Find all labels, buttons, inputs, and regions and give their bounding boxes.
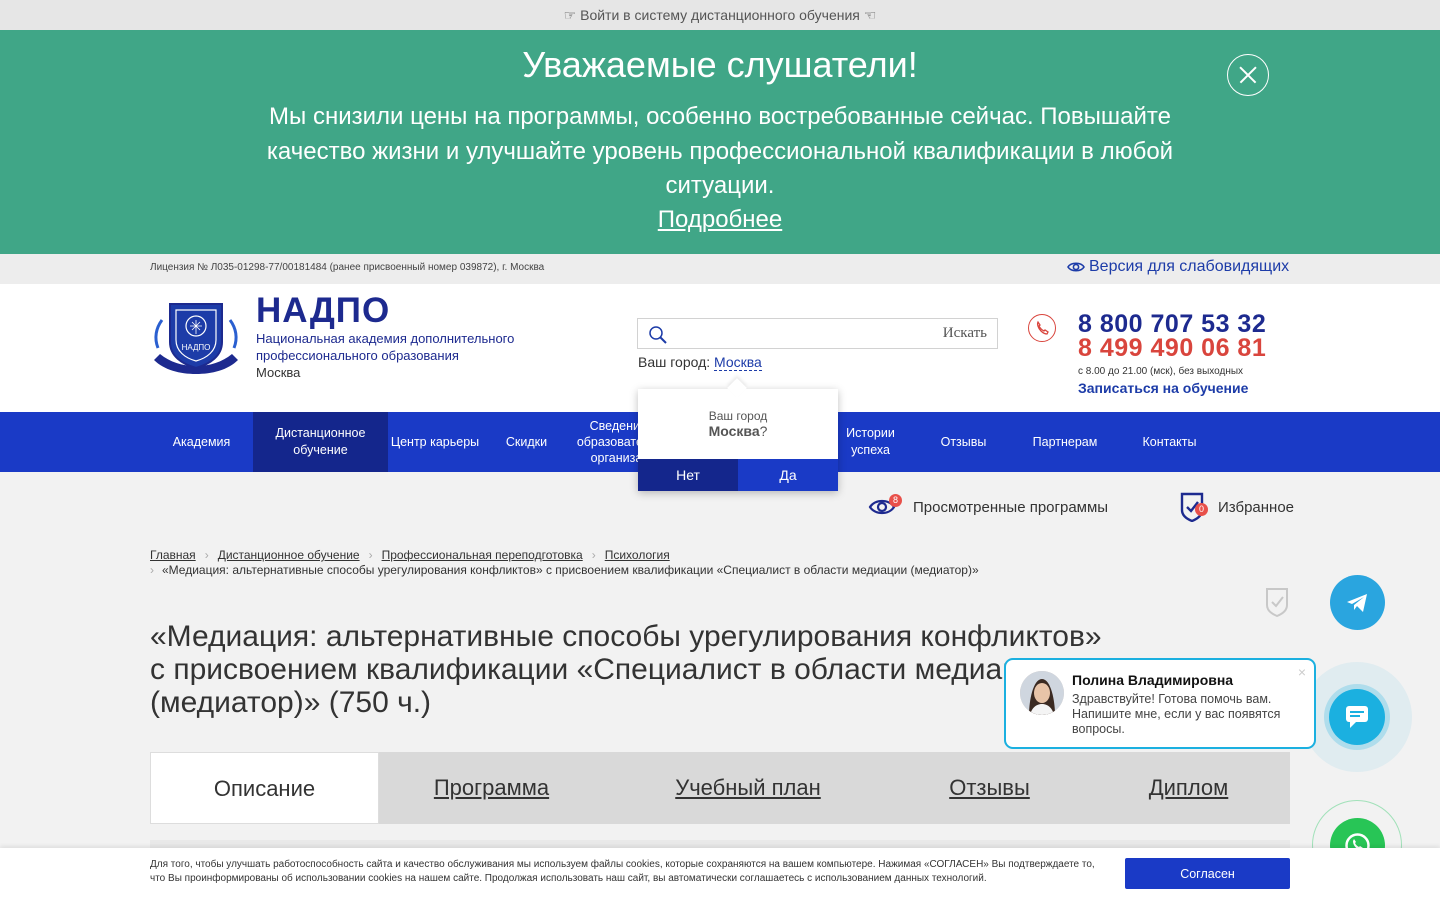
phone-number-1[interactable]: 8 800 707 53 32 bbox=[1078, 312, 1266, 337]
city-yes-button[interactable]: Да bbox=[738, 459, 838, 491]
nav-item-career-center[interactable]: Центр карьеры bbox=[388, 412, 482, 472]
tab-curriculum[interactable]: Учебный план bbox=[604, 752, 892, 824]
viewed-programs-link[interactable]: 8 Просмотренные программы bbox=[868, 494, 1108, 520]
tab-description[interactable]: Описание bbox=[150, 752, 379, 824]
phones-block: 8 800 707 53 32 8 499 490 06 81 с 8.00 д… bbox=[1078, 312, 1266, 397]
chat-button[interactable] bbox=[1329, 689, 1385, 745]
city-answer-name: Москва bbox=[708, 423, 760, 439]
brand-block[interactable]: НАДПО Национальная академия дополнительн… bbox=[256, 292, 514, 381]
nav-item-contacts[interactable]: Контакты bbox=[1118, 412, 1221, 472]
search-box[interactable]: Искать bbox=[637, 318, 998, 349]
breadcrumb: Главная › Дистанционное обучение › Профессио… bbox=[150, 548, 670, 562]
close-icon[interactable] bbox=[1227, 54, 1269, 96]
low-vision-label[interactable]: Версия для слабовидящих bbox=[1089, 258, 1289, 276]
working-hours: с 8.00 до 21.00 (мск), без выходных bbox=[1078, 366, 1244, 377]
emblem-text: НАДПО bbox=[182, 343, 211, 352]
phone-icon[interactable] bbox=[1028, 314, 1056, 342]
your-city: Ваш город: Москва bbox=[638, 354, 762, 371]
chat-operator-name: Полина Владимировна bbox=[1072, 672, 1234, 688]
add-to-favorites-icon[interactable] bbox=[1265, 587, 1289, 617]
distance-learning-login-label[interactable]: ☞ Войти в систему дистанционного обучени… bbox=[564, 7, 877, 23]
banner-title: Уважаемые слушатели! bbox=[522, 44, 918, 85]
favorites-count-badge: 0 bbox=[1195, 503, 1208, 516]
chevron-right-icon: › bbox=[150, 563, 154, 577]
program-tabs: Описание Программа Учебный план Отзывы Д… bbox=[150, 752, 1290, 824]
license-bar: Лицензия № Л035-01298-77/00181484 (ранее… bbox=[0, 254, 1440, 284]
chat-greeting-popup[interactable]: Полина Владимировна Здравствуйте! Готова… bbox=[1004, 658, 1316, 749]
cookie-text: Для того, чтобы улучшать работоспособнос… bbox=[150, 859, 1095, 884]
city-confirm-popup: Ваш город Москва? Нет Да bbox=[638, 389, 838, 491]
low-vision-version-link[interactable]: Версия для слабовидящих bbox=[1067, 258, 1289, 276]
telegram-icon bbox=[1347, 594, 1367, 612]
favorites-icon-wrap: 0 bbox=[1180, 492, 1208, 522]
city-answer-qmark: ? bbox=[759, 423, 768, 439]
breadcrumb-item[interactable]: Дистанционное обучение bbox=[218, 548, 360, 562]
brand-city: Москва bbox=[256, 365, 301, 380]
chevron-right-icon: › bbox=[591, 548, 596, 562]
nav-item-success-stories[interactable]: Истории успеха bbox=[826, 412, 915, 472]
banner-more-link[interactable]: Подробнее bbox=[0, 206, 1440, 234]
breadcrumb-item[interactable]: Психология bbox=[605, 548, 670, 562]
nav-item-reviews[interactable]: Отзывы bbox=[915, 412, 1012, 472]
nav-item-discounts[interactable]: Скидки bbox=[482, 412, 571, 472]
search-button[interactable]: Искать bbox=[943, 325, 987, 342]
city-answer: Москва? bbox=[638, 423, 838, 439]
chat-bubbles-icon bbox=[1346, 706, 1368, 728]
license-text: Лицензия № Л035-01298-77/00181484 (ранее… bbox=[150, 262, 545, 273]
eye-icon bbox=[1067, 262, 1085, 272]
announcement-banner: Уважаемые слушатели! Мы снизили цены на … bbox=[0, 30, 1440, 254]
viewed-icon-wrap: 8 bbox=[868, 494, 904, 520]
enroll-link[interactable]: Записаться на обучение bbox=[1078, 380, 1266, 396]
viewed-count-badge: 8 bbox=[889, 494, 902, 507]
tab-program[interactable]: Программа bbox=[379, 752, 604, 824]
city-no-button[interactable]: Нет bbox=[638, 459, 738, 491]
breadcrumb-current: › «Медиация: альтернативные способы урегу… bbox=[150, 563, 979, 577]
phone-number-2[interactable]: 8 499 490 06 81 bbox=[1078, 336, 1266, 361]
chevron-right-icon: › bbox=[368, 548, 373, 562]
tab-diploma[interactable]: Диплом bbox=[1087, 752, 1290, 824]
nav-item-partners[interactable]: Партнерам bbox=[1012, 412, 1118, 472]
telegram-button[interactable] bbox=[1330, 575, 1385, 630]
breadcrumb-current-label: «Медиация: альтернативные способы урегул… bbox=[162, 563, 979, 577]
favorites-label[interactable]: Избранное bbox=[1218, 499, 1294, 516]
tab-reviews[interactable]: Отзывы bbox=[892, 752, 1087, 824]
page-title: «Медиация: альтернативные способы урегул… bbox=[150, 620, 1102, 719]
breadcrumb-item[interactable]: Главная bbox=[150, 548, 196, 562]
cookie-consent-bar: Для того, чтобы улучшать работоспособнос… bbox=[0, 848, 1440, 900]
banner-text: Мы снизили цены на программы, особенно в… bbox=[266, 103, 1174, 199]
avatar bbox=[1020, 671, 1064, 715]
operator-avatar-image bbox=[1020, 671, 1064, 715]
city-question: Ваш город bbox=[708, 409, 768, 423]
viewed-label[interactable]: Просмотренные программы bbox=[913, 499, 1108, 516]
brand-full-name-line2: профессионального образования bbox=[256, 348, 459, 363]
search-input[interactable] bbox=[674, 323, 924, 345]
brand-name[interactable]: НАДПО bbox=[256, 292, 514, 330]
close-icon[interactable]: × bbox=[1298, 664, 1306, 680]
chat-greeting-text: Здравствуйте! Готова помочь вам. Напишит… bbox=[1072, 692, 1281, 736]
breadcrumb-item[interactable]: Профессиональная переподготовка bbox=[382, 548, 583, 562]
your-city-label: Ваш город: bbox=[638, 354, 711, 370]
search-icon bbox=[649, 326, 667, 344]
favorites-link[interactable]: 0 Избранное bbox=[1180, 492, 1294, 522]
academy-emblem-logo[interactable]: НАДПО bbox=[150, 298, 242, 376]
chevron-right-icon: › bbox=[204, 548, 209, 562]
phone-handset-icon bbox=[1036, 320, 1049, 335]
distance-learning-login-link[interactable]: ☞ Войти в систему дистанционного обучени… bbox=[0, 0, 1440, 30]
cookie-agree-button[interactable]: Согласен bbox=[1125, 858, 1290, 889]
nav-item-distance-learning[interactable]: Дистанционное обучение bbox=[253, 412, 388, 472]
brand-full-name-line1: Национальная академия дополнительного bbox=[256, 331, 515, 346]
city-select-link[interactable]: Москва bbox=[714, 354, 762, 371]
nav-item-academy[interactable]: Академия bbox=[150, 412, 253, 472]
